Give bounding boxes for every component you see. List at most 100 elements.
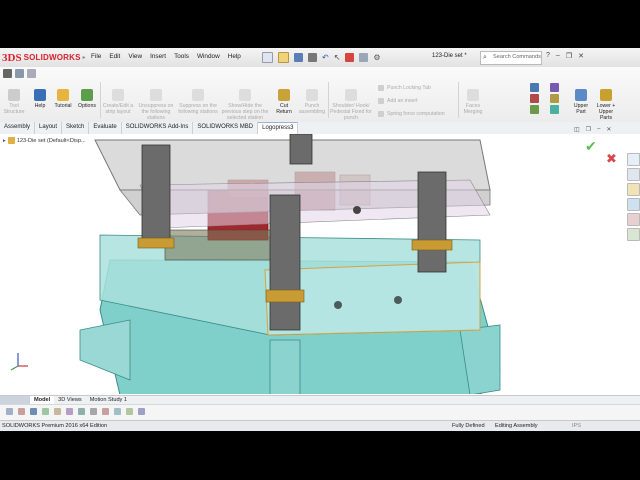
open-folder-icon[interactable] <box>278 52 289 63</box>
menu-file[interactable]: File <box>90 52 102 61</box>
strip-layout-icon <box>112 89 124 101</box>
triad-axes-icon <box>10 353 28 371</box>
die-set-model[interactable] <box>0 133 640 396</box>
menu-window[interactable]: Window <box>196 52 221 61</box>
quick-access-toolbar: ↶ ↖ ⚙ <box>262 52 381 63</box>
restore-icon[interactable]: ❐ <box>566 52 572 60</box>
select-arrow-icon[interactable]: ↖ <box>334 53 341 62</box>
graphics-area[interactable] <box>0 133 640 396</box>
toolbar-icon-8[interactable] <box>90 408 97 415</box>
stack-icon-1[interactable] <box>530 83 539 92</box>
punch-assembling-button[interactable]: Punch assembling <box>298 89 326 115</box>
custom-properties-icon[interactable] <box>627 228 640 241</box>
tab-evaluate[interactable]: Evaluate <box>89 122 122 134</box>
toolbar-icon-7[interactable] <box>78 408 85 415</box>
stack-icon-4[interactable] <box>550 83 559 92</box>
search-commands-input[interactable]: ⌕ Search Commands <box>480 51 542 65</box>
hole-2 <box>394 296 402 304</box>
options-gear-icon[interactable]: ⚙ <box>373 53 380 62</box>
stack-icon-5[interactable] <box>550 94 559 103</box>
undo-icon[interactable]: ↶ <box>322 53 329 62</box>
cut-return-icon <box>278 89 290 101</box>
help-button[interactable]: Help <box>30 89 50 109</box>
viewport-restore-icon[interactable]: ❐ <box>586 126 591 133</box>
viewport-close-icon[interactable]: ✕ <box>606 126 611 133</box>
tutorial-button[interactable]: Tutorial <box>52 89 74 109</box>
file-properties-icon[interactable] <box>359 53 369 62</box>
layout-icon[interactable] <box>27 69 36 78</box>
punch-locking-tab-button[interactable]: Punch Locking Tab <box>378 85 431 91</box>
cancel-x-icon[interactable]: ✖ <box>606 151 617 167</box>
unsuppress-stations-button[interactable]: Unsuppress on the following stations <box>136 89 176 121</box>
add-insert-icon <box>378 98 384 104</box>
stack-icon-2[interactable] <box>530 94 539 103</box>
suppress-stations-button[interactable]: Suppress on the following stations <box>178 89 218 115</box>
menu-view[interactable]: View <box>127 52 143 61</box>
menu-pin-icon[interactable]: ▸ <box>83 54 86 61</box>
toolbar-icon-5[interactable] <box>54 408 61 415</box>
tab-layout[interactable]: Layout <box>35 122 63 134</box>
shoulder-hook-pedestal-button[interactable]: Shoulder/ Hook/ Pedestal Fixed for punch <box>330 89 372 121</box>
button-label: Help <box>34 103 46 109</box>
status-units[interactable]: IPS <box>572 423 581 429</box>
toolbar-icon-1[interactable] <box>6 408 13 415</box>
toolbar-icon-12[interactable] <box>138 408 145 415</box>
spring-icon <box>378 111 384 117</box>
file-explorer-icon[interactable] <box>627 198 640 211</box>
tab-sketch[interactable]: Sketch <box>62 122 90 134</box>
punch-locking-icon <box>378 85 384 91</box>
design-library-icon[interactable] <box>627 183 640 196</box>
save-icon[interactable] <box>294 53 303 62</box>
expand-arrow-icon[interactable]: ▸ <box>3 138 6 144</box>
grid-icon[interactable] <box>15 69 24 78</box>
home-icon[interactable] <box>627 153 640 166</box>
tab-assembly[interactable]: Assembly <box>0 122 36 134</box>
toolbar-icon-11[interactable] <box>126 408 133 415</box>
print-icon[interactable] <box>308 53 317 62</box>
add-insert-button[interactable]: Add an insert <box>378 98 418 104</box>
help-question-icon[interactable]: ? <box>546 52 550 60</box>
camera-icon[interactable] <box>3 69 12 78</box>
tool-structure-button[interactable]: Tool Structure <box>2 89 26 115</box>
minimize-icon[interactable]: – <box>556 52 560 60</box>
tab-solidworks-mbd[interactable]: SOLIDWORKS MBD <box>193 122 259 134</box>
resources-icon[interactable] <box>627 168 640 181</box>
tab-logopress3[interactable]: Logopress3 <box>258 122 299 134</box>
viewport-minimize-icon[interactable]: – <box>597 126 600 133</box>
close-icon[interactable]: ✕ <box>578 52 584 60</box>
menu-tools[interactable]: Tools <box>173 52 190 61</box>
tab-solidworks-add-ins[interactable]: SOLIDWORKS Add-Ins <box>122 122 194 134</box>
lower-upper-parts-button[interactable]: Lower + Upper Parts <box>594 89 618 121</box>
stack-icon-3[interactable] <box>530 105 539 114</box>
toolbar-icon-2[interactable] <box>18 408 25 415</box>
cut-return-button[interactable]: Cut Return <box>272 89 296 115</box>
spring-force-button[interactable]: Spring force computation <box>378 111 445 117</box>
menu-help[interactable]: Help <box>227 52 242 61</box>
upper-part-button[interactable]: Upper Part <box>570 89 592 115</box>
toolbar-icon-10[interactable] <box>114 408 121 415</box>
confirm-check-icon[interactable]: ✔ <box>585 138 597 155</box>
toolbar-icon-4[interactable] <box>42 408 49 415</box>
guide-post-right <box>417 171 447 273</box>
options-button[interactable]: Options <box>76 89 98 109</box>
menu-insert[interactable]: Insert <box>149 52 167 61</box>
menu-edit[interactable]: Edit <box>108 52 121 61</box>
strip-layout-button[interactable]: Create/Edit a strip layout <box>102 89 134 115</box>
faces-merging-icon <box>467 89 479 101</box>
stack-icon-6[interactable] <box>550 105 559 114</box>
toolbar-icon-3[interactable] <box>30 408 37 415</box>
appearances-icon[interactable] <box>627 213 640 226</box>
solidworks-logo[interactable]: 3DS SOLIDWORKS ▸ <box>2 51 86 64</box>
new-document-icon[interactable] <box>262 52 273 63</box>
toolbar-icon-6[interactable] <box>66 408 73 415</box>
button-label: Create/Edit a strip layout <box>102 103 134 115</box>
tool-structure-icon <box>8 89 20 101</box>
rebuild-icon[interactable] <box>345 53 355 62</box>
toolbar-icon-9[interactable] <box>102 408 109 415</box>
viewport-tile-icon[interactable]: ◫ <box>574 126 580 133</box>
commandmanager-ribbon: Tool Structure Help Tutorial Options Cre… <box>0 67 640 123</box>
feature-tree-root[interactable]: ▸ 123-Die set (Default<Disp... <box>3 137 86 144</box>
faces-merging-button[interactable]: Faces Merging <box>460 89 486 115</box>
show-hide-previous-step-button[interactable]: Show/Hide the previous step on the selec… <box>220 89 270 121</box>
tutorial-icon <box>57 89 69 101</box>
